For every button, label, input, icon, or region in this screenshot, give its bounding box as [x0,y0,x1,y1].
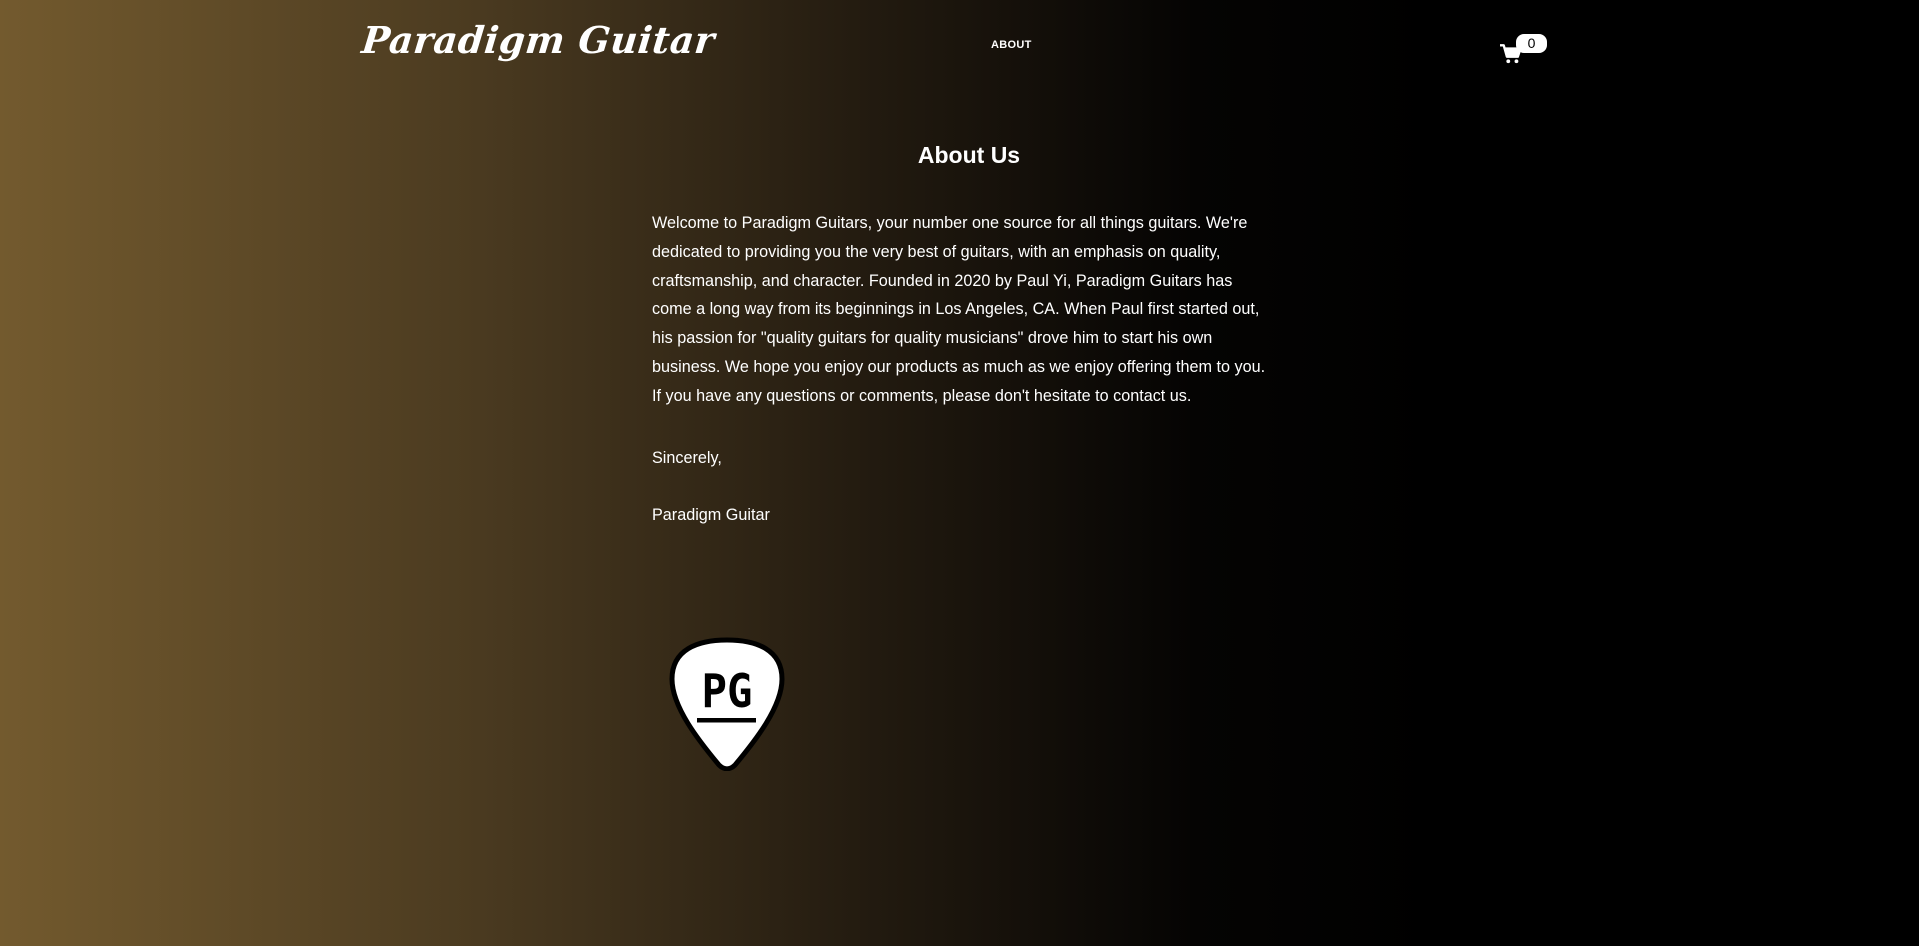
cart-button[interactable]: 0 [1500,34,1548,66]
closing-text: Sincerely, [652,448,722,467]
cart-count-badge: 0 [1516,34,1547,53]
page-title: About Us [917,142,1021,168]
nav-link-about[interactable]: ABOUT [991,39,1032,51]
site-logo[interactable]: Paradigm Guitar [360,18,717,62]
pick-logo-text: PG [702,665,753,718]
about-section: About Us Welcome to Paradigm Guitars, yo… [652,142,1272,527]
signature-text: Paradigm Guitar [652,505,770,524]
guitar-pick-logo: PG [669,637,785,771]
about-paragraph: Welcome to Paradigm Guitars, your number… [652,214,1266,405]
